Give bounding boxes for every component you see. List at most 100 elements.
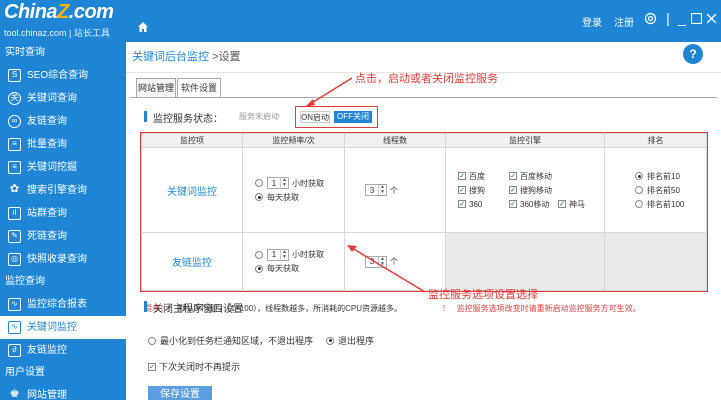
report-icon: ∿ xyxy=(8,298,21,311)
home-icon[interactable] xyxy=(137,21,149,33)
separator-icon: | xyxy=(666,10,670,26)
breadcrumb-current: 设置 xyxy=(218,51,241,63)
sidebar-group-monitor: 监控查询 xyxy=(5,276,45,287)
sidebar-group-realtime: 实时查询 xyxy=(5,47,45,58)
option-exit[interactable]: 退出程序 xyxy=(326,334,374,347)
monitor-config-table: 监控项 监控频率/次 线程数 监控引擎 排名 关键词监控 1 ▲ ▼ 小时获取 每天获… xyxy=(140,132,708,292)
mining-icon: ≡ xyxy=(8,161,21,174)
exit-radio[interactable] xyxy=(326,336,334,345)
sidebar-item-link-monitor[interactable]: ∂ 友链监控 xyxy=(0,339,126,362)
annotation-top: 点击，启动或者关闭监控服务 xyxy=(355,73,498,85)
settings-icon[interactable] xyxy=(644,12,657,25)
table-header: 线程数 xyxy=(344,133,446,148)
close-settings-title: 关闭主程序窗口设置 xyxy=(144,300,243,315)
sidebar-item-keyword-mining[interactable]: ≡ 关键词挖掘 xyxy=(0,156,126,179)
threads-stepper[interactable]: 3 ▲ ▼ xyxy=(365,255,387,268)
register-link[interactable]: 注册 xyxy=(614,14,634,29)
rank-radio[interactable] xyxy=(635,186,643,195)
engine-checkbox[interactable]: ✓ xyxy=(558,200,566,209)
engine-checkbox[interactable]: ✓ xyxy=(509,172,517,181)
engine-cell: ✓ 百度 ✓ 百度移动 ✓ 搜狗 ✓ 搜狗移动 ✓ 360 ✓ 360移动 ✓ 神马 xyxy=(445,146,605,234)
no-prompt-checkbox[interactable]: ✓ xyxy=(148,362,156,371)
table-header: 监控项 xyxy=(141,133,243,148)
engine-checkbox[interactable]: ✓ xyxy=(458,186,466,195)
breadcrumb: 关键词后台监控 >设置 xyxy=(132,48,241,64)
sidebar-item-keyword-monitor[interactable]: ∿ 关键词监控 xyxy=(0,316,126,339)
threads-cell: 3 ▲ ▼ 个 xyxy=(344,232,446,291)
rank-cell-empty xyxy=(604,232,707,291)
tab-software-settings[interactable]: 软件设置 xyxy=(177,78,221,98)
service-status-text: 服务未启动 xyxy=(239,112,279,121)
frequency-daily-radio[interactable] xyxy=(255,264,263,273)
sidebar-item-dead-link[interactable]: ✎ 死链查询 xyxy=(0,225,126,248)
service-toggle-group: ON启动 OFF关闭 xyxy=(295,106,378,128)
save-settings-button[interactable]: 保存设置 xyxy=(148,386,212,400)
tab-site-manage[interactable]: 网站管理 xyxy=(136,78,176,98)
table-header: 监控频率/次 xyxy=(242,133,345,148)
search-engine-icon: ✿ xyxy=(9,183,20,195)
rank-radio[interactable] xyxy=(635,200,643,209)
rank-cell: 排名前10 排名前50 排名前100 xyxy=(604,146,707,234)
table-row: 友链监控 1 ▲ ▼ 小时获取 每天获取 3 ▲ ▼ 个 xyxy=(141,232,707,291)
site-group-icon: ıl xyxy=(8,207,21,220)
minimize-icon[interactable]: _ xyxy=(675,10,689,26)
minimize-radio[interactable] xyxy=(148,336,156,345)
engine-checkbox[interactable]: ✓ xyxy=(458,200,466,209)
sidebar-item-search-engine[interactable]: ✿ 搜索引擎查询 xyxy=(0,179,126,202)
warning-text: ！ 监控服务选项改变时请重新启动监控服务方可生效。 xyxy=(442,304,641,313)
engine-checkbox[interactable]: ✓ xyxy=(458,172,466,181)
monitor-icon: ∿ xyxy=(8,321,21,334)
sidebar-item-snapshot[interactable]: ◎ 快照收录查询 xyxy=(0,248,126,271)
login-link[interactable]: 登录 xyxy=(582,14,602,29)
table-row: 关键词监控 1 ▲ ▼ 小时获取 每天获取 3 ▲ ▼ 个 ✓ 百度 ✓ 百度移动 ✓ 搜狗 ✓ 搜狗移… xyxy=(141,146,707,234)
service-on-button[interactable]: ON启动 xyxy=(300,111,330,123)
frequency-daily-radio[interactable] xyxy=(255,193,263,202)
engine-checkbox[interactable]: ✓ xyxy=(509,200,517,209)
row-name-keyword-monitor: 关键词监控 xyxy=(141,146,243,234)
logo-subtitle: tool.chinaz.com | 站长工具 xyxy=(4,28,110,38)
batch-icon: ≡ xyxy=(8,138,21,151)
sidebar-item-site-group[interactable]: ıl 站群查询 xyxy=(0,202,126,225)
engine-cell-empty xyxy=(445,232,605,291)
breadcrumb-parent[interactable]: 关键词后台监控 xyxy=(132,51,209,63)
frequency-stepper[interactable]: 1 ▲ ▼ xyxy=(267,177,289,190)
frequency-stepper[interactable]: 1 ▲ ▼ xyxy=(267,248,289,261)
service-off-button[interactable]: OFF关闭 xyxy=(334,111,372,123)
engine-checkbox[interactable]: ✓ xyxy=(509,186,517,195)
help-button[interactable]: ? xyxy=(683,44,703,64)
option-no-prompt[interactable]: ✓ 下次关闭时不再提示 xyxy=(148,360,240,373)
main-panel: 关键词后台监控 >设置 ? 网站管理 软件设置 监控服务状态： 服务未启动 ON… xyxy=(126,42,721,400)
frequency-cell: 1 ▲ ▼ 小时获取 每天获取 xyxy=(242,146,345,234)
table-header: 排名 xyxy=(604,133,707,148)
threads-cell: 3 ▲ ▼ 个 xyxy=(344,146,446,234)
row-name-link-monitor: 友链监控 xyxy=(141,232,243,291)
sidebar-item-seo[interactable]: S SEO综合查询 xyxy=(0,64,126,87)
seo-icon: S xyxy=(8,69,21,82)
snapshot-icon: ◎ xyxy=(8,253,21,266)
sidebar-item-site-manage[interactable]: ♚ 网站管理 xyxy=(0,384,126,400)
table-header: 监控引擎 xyxy=(445,133,605,148)
frequency-hourly-radio[interactable] xyxy=(255,250,263,259)
tab-divider xyxy=(130,97,717,98)
threads-stepper[interactable]: 3 ▲ ▼ xyxy=(365,184,387,197)
monitor-service-title: 监控服务状态： xyxy=(144,110,223,125)
annotation-bottom: 监控服务选项设置选择 xyxy=(428,289,538,301)
option-minimize[interactable]: 最小化到任务栏通知区域，不退出程序 xyxy=(148,334,313,347)
link-monitor-icon: ∂ xyxy=(8,344,21,357)
user-icon: ♚ xyxy=(9,388,20,400)
sidebar: 实时查询 S SEO综合查询 关关键词查询 ∞ 友链查询 ≡ 批量查询 ≡ 关键词挖掘 … xyxy=(0,42,126,400)
rank-radio[interactable] xyxy=(635,172,643,181)
keyword-icon: 关 xyxy=(8,92,21,105)
sidebar-item-batch-query[interactable]: ≡ 批量查询 xyxy=(0,133,126,156)
dead-link-icon: ✎ xyxy=(8,230,21,243)
sidebar-item-link-query[interactable]: ∞ 友链查询 xyxy=(0,110,126,133)
close-icon[interactable] xyxy=(706,13,717,24)
sidebar-group-user: 用户设置 xyxy=(5,367,45,378)
maximize-icon[interactable] xyxy=(691,13,702,24)
sidebar-item-monitor-report[interactable]: ∿ 监控综合报表 xyxy=(0,293,126,316)
frequency-cell: 1 ▲ ▼ 小时获取 每天获取 xyxy=(242,232,345,291)
frequency-hourly-radio[interactable] xyxy=(255,179,263,188)
logo: ChinaZ.com xyxy=(4,1,114,23)
link-icon: ∞ xyxy=(8,115,21,128)
sidebar-item-keyword-query[interactable]: 关关键词查询 xyxy=(0,87,126,110)
